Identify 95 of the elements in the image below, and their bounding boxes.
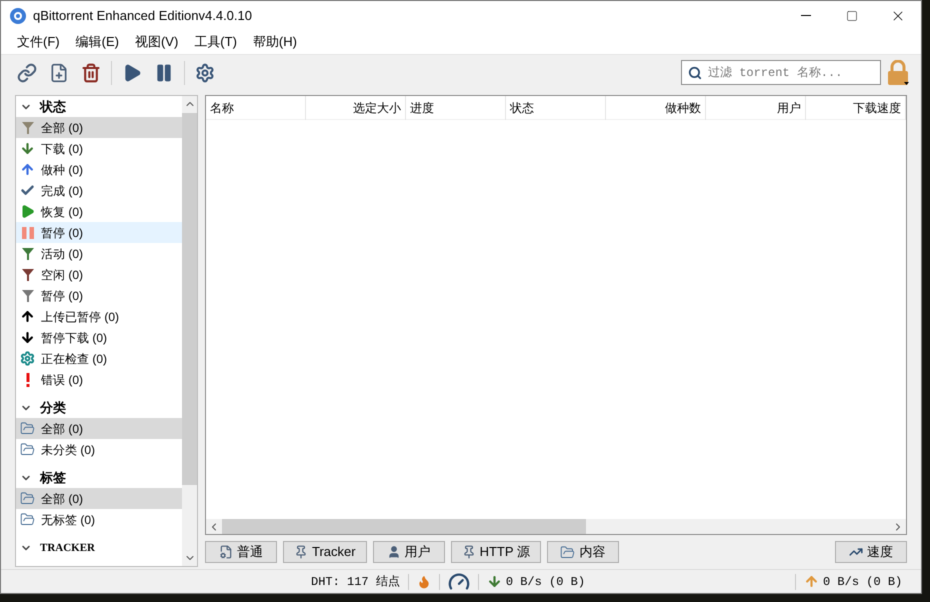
sidebar-item[interactable]: 暂停 (0) bbox=[16, 285, 182, 306]
item-label: 恢复 (0) bbox=[41, 204, 83, 220]
app-logo-icon bbox=[10, 8, 26, 24]
sidebar-item[interactable]: 完成 (0) bbox=[16, 180, 182, 201]
folder-icon bbox=[20, 491, 35, 506]
item-label: 全部 (0) bbox=[41, 490, 83, 508]
item-label: 空闲 (0) bbox=[41, 266, 83, 284]
menu-item[interactable]: 帮助(H) bbox=[244, 32, 305, 52]
sidebar-item[interactable]: 未分类 (0) bbox=[16, 439, 182, 460]
item-label: 完成 (0) bbox=[41, 182, 83, 200]
funnel-icon bbox=[20, 288, 34, 302]
trash-icon bbox=[81, 62, 101, 82]
sidebar-item[interactable]: 暂停下载 (0) bbox=[16, 327, 182, 348]
search-field[interactable]: 过滤 torrent 名称... bbox=[681, 60, 881, 85]
sidebar-item[interactable]: 上传已暂停 (0) bbox=[16, 306, 182, 327]
item-label: 正在检查 (0) bbox=[41, 350, 107, 368]
sidebar-item[interactable]: 暂停 (0) bbox=[16, 222, 182, 243]
search-input[interactable]: 过滤 torrent 名称... bbox=[708, 64, 874, 82]
column-header[interactable]: 状态 bbox=[506, 96, 606, 120]
item-label: 错误 (0) bbox=[41, 372, 83, 388]
sidebar-item[interactable]: 活动 (0) bbox=[16, 243, 182, 264]
down-arrow-icon bbox=[20, 330, 35, 345]
column-header[interactable]: 用户 bbox=[706, 96, 806, 120]
flame-icon[interactable] bbox=[416, 574, 431, 588]
down-arrow-icon bbox=[20, 141, 35, 156]
detail-tab[interactable]: Tracker bbox=[283, 541, 367, 563]
check-icon bbox=[20, 183, 35, 198]
folder-icon bbox=[20, 512, 35, 527]
detail-tab[interactable]: 普通 bbox=[205, 541, 277, 563]
section-header[interactable]: 状态 bbox=[40, 97, 66, 117]
pin-icon bbox=[294, 545, 308, 559]
minimize-icon bbox=[801, 15, 811, 16]
folder-icon bbox=[20, 421, 35, 436]
window-title: qBittorrent Enhanced Editionv4.4.0.10 bbox=[33, 6, 252, 25]
funnel-icon bbox=[20, 120, 34, 134]
item-label: 暂停下载 (0) bbox=[41, 330, 107, 346]
pause-icon bbox=[20, 226, 34, 240]
column-header[interactable]: 名称 bbox=[206, 96, 306, 120]
item-label: 上传已暂停 (0) bbox=[41, 308, 119, 326]
down-arrow-icon bbox=[486, 574, 502, 589]
settings-icon bbox=[195, 62, 215, 82]
dht-status: DHT: 117 结点 bbox=[311, 574, 400, 590]
menu-item[interactable]: 工具(T) bbox=[186, 32, 245, 52]
item-label: 未分类 (0) bbox=[41, 442, 95, 458]
play-icon bbox=[20, 204, 35, 219]
folder-icon bbox=[20, 442, 35, 457]
gauge-icon[interactable] bbox=[448, 570, 470, 592]
section-header[interactable]: 分类 bbox=[40, 398, 66, 418]
column-header[interactable]: 下载速度 bbox=[806, 96, 906, 120]
detail-tab[interactable]: HTTP 源 bbox=[450, 541, 541, 563]
user-icon bbox=[386, 545, 401, 559]
search-icon bbox=[688, 66, 702, 80]
detail-tab[interactable]: 用户 bbox=[372, 541, 445, 563]
column-header[interactable]: 进度 bbox=[406, 96, 506, 120]
horizontal-scrollbar[interactable] bbox=[206, 519, 906, 534]
maximize-icon bbox=[846, 10, 858, 22]
section-header[interactable]: 标签 bbox=[40, 468, 66, 488]
sidebar-item[interactable]: 全部 (0) bbox=[16, 418, 182, 439]
menu-item[interactable]: 编辑(E) bbox=[68, 32, 127, 52]
sidebar-item[interactable]: 全部 (0) bbox=[16, 117, 182, 138]
column-header[interactable]: 做种数 bbox=[606, 96, 706, 120]
sidebar-item[interactable]: 做种 (0) bbox=[16, 159, 182, 180]
sidebar-item[interactable]: 下载 (0) bbox=[16, 138, 182, 159]
speed-button[interactable]: 速度 bbox=[835, 541, 907, 563]
menu-item[interactable]: 文件(F) bbox=[9, 32, 68, 52]
sidebar-item[interactable]: 全部 (0) bbox=[16, 488, 182, 509]
download-speed[interactable]: 0 B/s (0 B) bbox=[506, 572, 586, 590]
column-header[interactable]: 选定大小 bbox=[306, 96, 406, 120]
file-plus-icon bbox=[49, 62, 69, 82]
sidebar-item[interactable]: 恢复 (0) bbox=[16, 201, 182, 222]
folder-icon bbox=[560, 544, 576, 560]
item-label: 全部 (0) bbox=[41, 420, 83, 438]
exclamation-icon bbox=[24, 372, 30, 386]
item-label: 暂停 (0) bbox=[41, 224, 83, 242]
section-header[interactable]: TRACKER bbox=[40, 540, 96, 556]
file-gear-icon bbox=[219, 545, 233, 559]
vertical-scrollbar[interactable] bbox=[182, 96, 197, 566]
item-label: 暂停 (0) bbox=[41, 288, 83, 304]
upload-speed[interactable]: 0 B/s (0 B) bbox=[823, 572, 902, 590]
sidebar-item[interactable]: 无标签 (0) bbox=[16, 509, 182, 530]
gear-icon bbox=[20, 351, 35, 366]
sidebar-item[interactable]: 错误 (0) bbox=[16, 369, 182, 390]
item-label: 无标签 (0) bbox=[41, 512, 95, 528]
sidebar-item[interactable]: 正在检查 (0) bbox=[16, 348, 182, 369]
funnel-icon bbox=[20, 246, 34, 260]
funnel-icon bbox=[20, 268, 34, 282]
item-label: 活动 (0) bbox=[41, 246, 83, 262]
menu-item[interactable]: 视图(V) bbox=[126, 32, 186, 52]
item-label: 全部 (0) bbox=[41, 120, 83, 136]
sidebar-item[interactable]: 空闲 (0) bbox=[16, 264, 182, 285]
pin-icon bbox=[462, 545, 476, 559]
item-label: 下载 (0) bbox=[41, 140, 83, 158]
item-label: 做种 (0) bbox=[41, 162, 83, 178]
link-icon bbox=[17, 62, 37, 82]
detail-tab[interactable]: 内容 bbox=[546, 541, 619, 563]
